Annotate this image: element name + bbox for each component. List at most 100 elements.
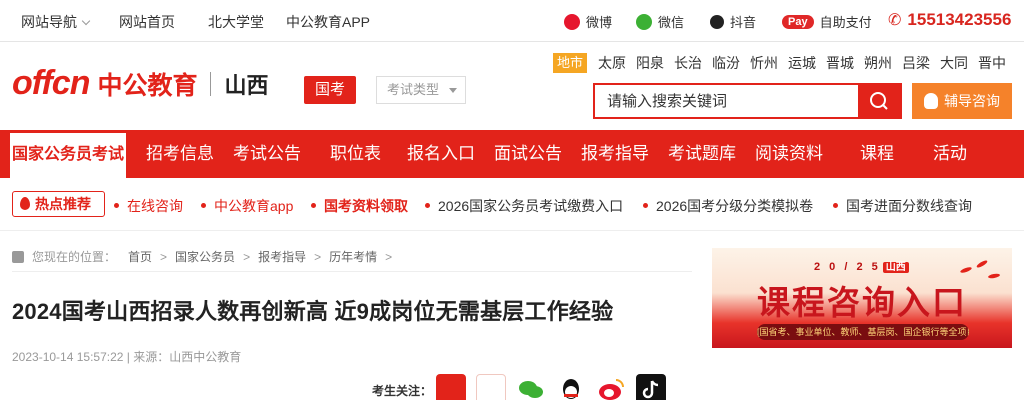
app-link[interactable]: 中公教育APP <box>286 12 370 32</box>
banner-date: 2 0 / 2 5 山西 <box>814 258 909 273</box>
breadcrumb-item[interactable]: 历年考情 <box>329 248 377 265</box>
nav-item[interactable]: 考试公告 <box>233 130 301 178</box>
nav-item[interactable]: 阅读资料 <box>755 130 823 178</box>
pay-badge: Pay <box>782 14 814 29</box>
self-pay-link[interactable]: Pay 自助支付 <box>782 12 872 31</box>
wechat-icon <box>636 13 652 30</box>
banner-date-text: 2 0 / 2 5 <box>814 261 881 273</box>
hot-link[interactable]: 2026国家公务员考试缴费入口 <box>425 196 623 216</box>
section-divider <box>0 230 1024 231</box>
logo-en: offcn <box>12 64 90 102</box>
exam-tag[interactable]: 国考 <box>304 76 357 104</box>
site-nav-dropdown[interactable]: 网站导航 <box>21 12 91 32</box>
bullet-dot <box>201 203 206 208</box>
qq-icon <box>924 93 938 109</box>
breadcrumb-item[interactable]: 报考指导 <box>258 248 306 265</box>
search-button[interactable] <box>858 85 900 117</box>
hot-label-text: 热点推荐 <box>35 196 91 212</box>
breadcrumb-item[interactable]: 首页 <box>128 248 152 265</box>
hot-link[interactable]: 国考资料领取 <box>311 196 408 216</box>
city-label: 地市 <box>553 53 588 73</box>
flame-icon <box>20 197 30 210</box>
hot-link[interactable]: 2026国考分级分类模拟卷 <box>643 196 813 216</box>
home-link[interactable]: 网站首页 <box>119 12 175 32</box>
city-link[interactable]: 运城 <box>788 53 816 73</box>
city-link[interactable]: 临汾 <box>712 53 740 73</box>
nav-item[interactable]: 招考信息 <box>146 130 214 178</box>
city-link[interactable]: 朔州 <box>864 53 892 73</box>
phone-number: ✆ 15513423556 <box>888 10 1011 30</box>
site-logo[interactable]: offcn 中公教育 山西 <box>12 64 269 103</box>
site-nav-label: 网站导航 <box>21 14 77 30</box>
pku-link[interactable]: 北大学堂 <box>208 12 264 32</box>
banner-subtitle: [国省考、事业单位、教师、基层岗、国企银行等全项目课程] <box>757 324 969 340</box>
city-link[interactable]: 晋城 <box>826 53 854 73</box>
main-nav: 国家公务员考试 招考信息 考试公告 职位表 报名入口 面试公告 报考指导 考试题… <box>0 130 1024 178</box>
wechat-share-icon[interactable] <box>516 374 546 400</box>
hot-link[interactable]: 在线咨询 <box>114 196 183 216</box>
nav-item-active[interactable]: 国家公务员考试 <box>10 133 127 178</box>
exam-type-select[interactable]: 考试类型 <box>376 76 466 104</box>
nav-item[interactable]: 活动 <box>933 130 967 178</box>
city-link[interactable]: 阳泉 <box>636 53 664 73</box>
breadcrumb-item[interactable]: 国家公务员 <box>175 248 235 265</box>
caret-down-icon <box>449 88 457 93</box>
hot-link-text: 国考资料领取 <box>324 198 408 214</box>
nav-item[interactable]: 考试题库 <box>668 130 736 178</box>
phone-text: 15513423556 <box>907 10 1012 29</box>
consult-button[interactable]: 辅导咨询 <box>912 83 1012 119</box>
banner-heading: 课程咨询入口 <box>757 284 967 321</box>
nav-item[interactable]: 面试公告 <box>494 130 562 178</box>
nav-item[interactable]: 报名入口 <box>407 130 475 178</box>
wechat-link[interactable]: 微信 <box>636 12 684 31</box>
city-link[interactable]: 太原 <box>598 53 626 73</box>
city-link[interactable]: 大同 <box>940 53 968 73</box>
follow-label: 考生关注： <box>372 384 433 398</box>
decor-bird <box>975 259 989 269</box>
search-input[interactable] <box>595 85 857 117</box>
search-icon <box>870 92 888 110</box>
city-link[interactable]: 吕梁 <box>902 53 930 73</box>
breadcrumb: 您现在的位置： 首页 > 国家公务员 > 报考指导 > 历年考情 > <box>12 248 400 265</box>
bullet-dot <box>833 203 838 208</box>
hot-link-text: 国考进面分数线查询 <box>846 198 972 214</box>
city-list: 太原 阳泉 长治 临汾 忻州 运城 晋城 朔州 吕梁 大同 晋中 <box>598 53 1016 73</box>
chevron-down-icon <box>81 16 91 26</box>
breadcrumb-separator: > <box>243 249 251 264</box>
city-link[interactable]: 忻州 <box>750 53 778 73</box>
bullet-dot <box>643 203 648 208</box>
breadcrumb-underline <box>12 271 692 272</box>
city-link[interactable]: 晋中 <box>978 53 1006 73</box>
qq-share-icon[interactable] <box>556 374 586 400</box>
douyin-share-icon[interactable] <box>636 374 666 400</box>
hot-link-text: 2026国家公务员考试缴费入口 <box>438 198 624 214</box>
city-link[interactable]: 长治 <box>674 53 702 73</box>
bullet-dot <box>311 203 316 208</box>
miniprogram-icon[interactable] <box>476 374 506 400</box>
hot-link-text: 2026国考分级分类模拟卷 <box>656 198 814 214</box>
region-name: 山西 <box>224 72 269 98</box>
weibo-share-icon[interactable] <box>596 374 626 400</box>
weibo-icon <box>564 13 580 30</box>
hot-recommend-label: 热点推荐 <box>12 191 105 217</box>
nav-item[interactable]: 课程 <box>860 130 894 178</box>
logo-cn: 中公教育 <box>97 71 198 100</box>
douyin-label: 抖音 <box>730 15 757 30</box>
nav-item[interactable]: 报考指导 <box>581 130 649 178</box>
offcn-icon[interactable] <box>436 374 466 400</box>
weibo-label: 微博 <box>586 15 613 30</box>
douyin-link[interactable]: 抖音 <box>710 12 756 31</box>
douyin-icon <box>710 14 724 29</box>
breadcrumb-label: 您现在的位置： <box>32 250 117 264</box>
hot-link[interactable]: 中公教育app <box>201 196 293 216</box>
exam-type-label: 考试类型 <box>387 82 440 97</box>
hot-link-text: 在线咨询 <box>127 198 183 214</box>
hot-link[interactable]: 国考进面分数线查询 <box>833 196 972 216</box>
weibo-link[interactable]: 微博 <box>564 12 612 31</box>
course-consult-banner[interactable]: 2 0 / 2 5 山西 课程咨询入口 [国省考、事业单位、教师、基层岗、国企银行… <box>712 248 1012 348</box>
phone-icon: ✆ <box>888 12 902 29</box>
consult-label: 辅导咨询 <box>944 93 1000 109</box>
nav-item[interactable]: 职位表 <box>330 130 381 178</box>
decor-bird <box>959 266 973 274</box>
self-pay-label: 自助支付 <box>819 15 872 30</box>
